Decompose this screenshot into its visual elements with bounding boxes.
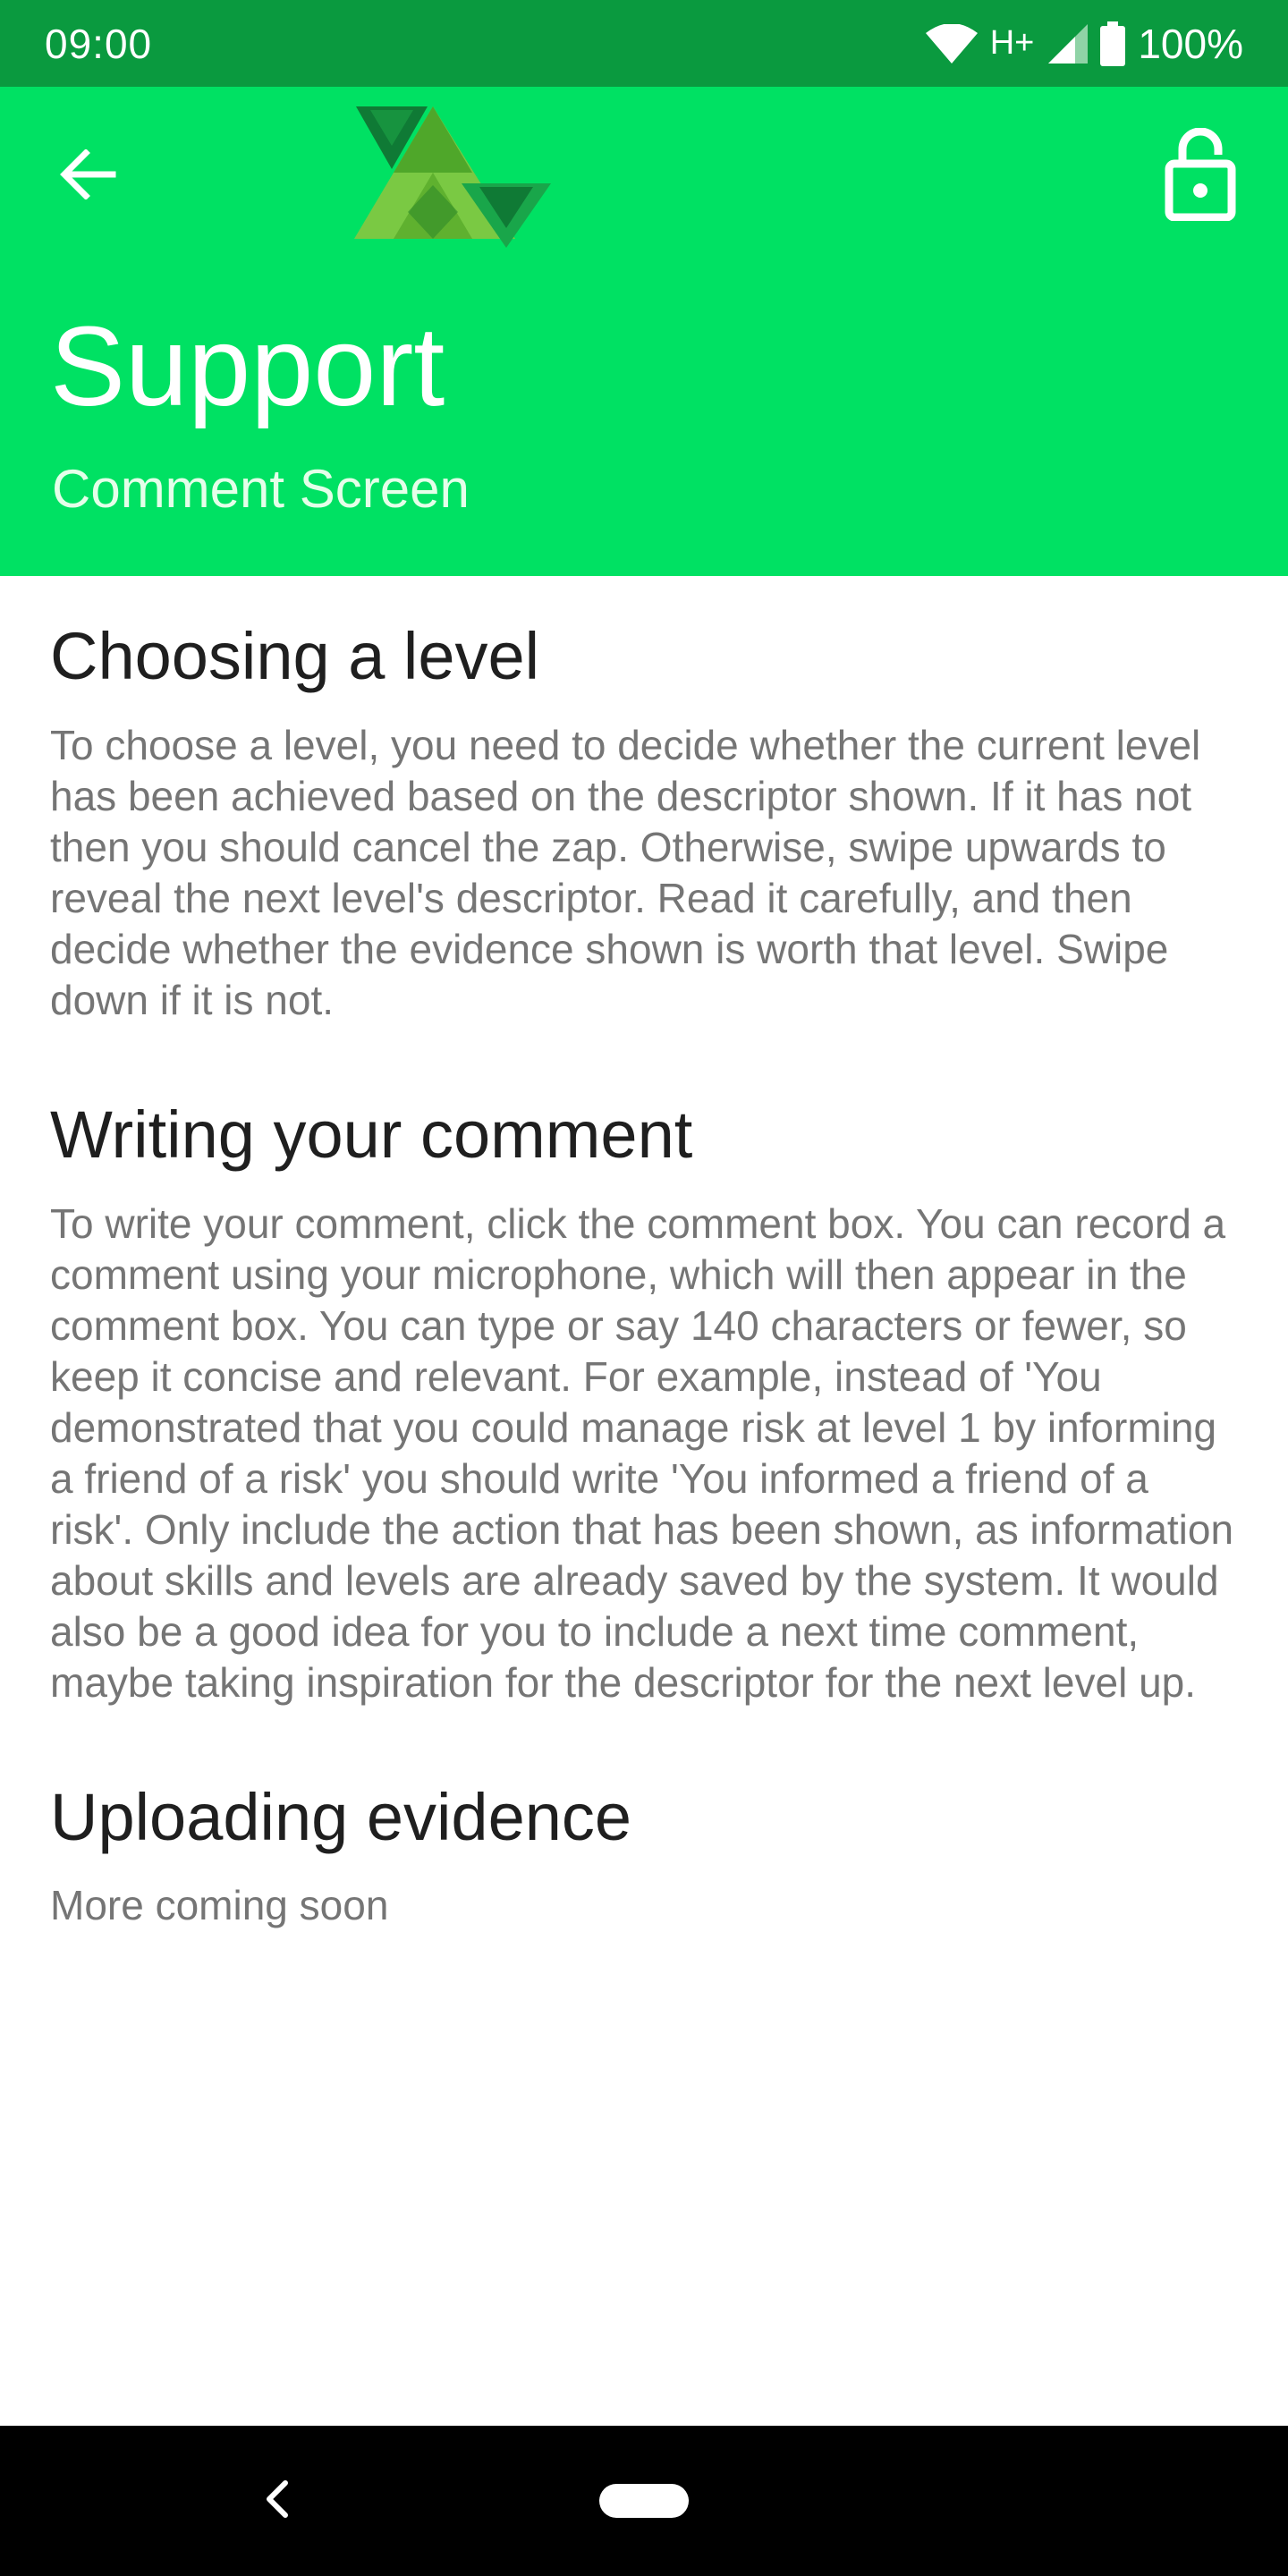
signal-icon [1048, 23, 1089, 64]
nav-back-button[interactable] [250, 2465, 304, 2537]
section-body: To choose a level, you need to decide wh… [50, 721, 1201, 1023]
home-pill-icon[interactable] [599, 2484, 689, 2518]
battery-icon [1100, 21, 1126, 66]
app-logo [354, 105, 553, 248]
section-writing-comment: Writing your comment To write your comme… [50, 1096, 1240, 1708]
section-title: Writing your comment [50, 1097, 693, 1172]
lock-button[interactable] [1154, 126, 1247, 226]
support-content: Choosing a level To choose a level, you … [50, 617, 1240, 1931]
status-icons: H+ 100% [925, 20, 1243, 68]
chevron-left-icon [264, 2479, 291, 2523]
back-button[interactable] [43, 131, 132, 221]
section-choosing-level: Choosing a level To choose a level, you … [50, 617, 1240, 1026]
page-title: Support [50, 303, 445, 429]
section-title: Uploading evidence [50, 1779, 632, 1854]
section-body: To write your comment, click the comment… [50, 1199, 1234, 1706]
status-bar: 09:00 H+ 100% [0, 0, 1288, 87]
lock-open-icon [1165, 127, 1236, 225]
battery-level: 100% [1138, 20, 1243, 67]
section-uploading-evidence: Uploading evidence More coming soon [50, 1778, 1240, 1932]
arrow-left-icon [59, 148, 116, 204]
page-subtitle: Comment Screen [52, 459, 470, 519]
status-time: 09:00 [45, 20, 153, 67]
section-title: Choosing a level [50, 619, 540, 693]
navigation-bar [0, 2426, 1288, 2576]
network-type: H+ [989, 24, 1035, 62]
wifi-icon [925, 23, 978, 64]
app-header: Support Comment Screen [0, 87, 1288, 576]
section-body: More coming soon [50, 1882, 389, 1929]
